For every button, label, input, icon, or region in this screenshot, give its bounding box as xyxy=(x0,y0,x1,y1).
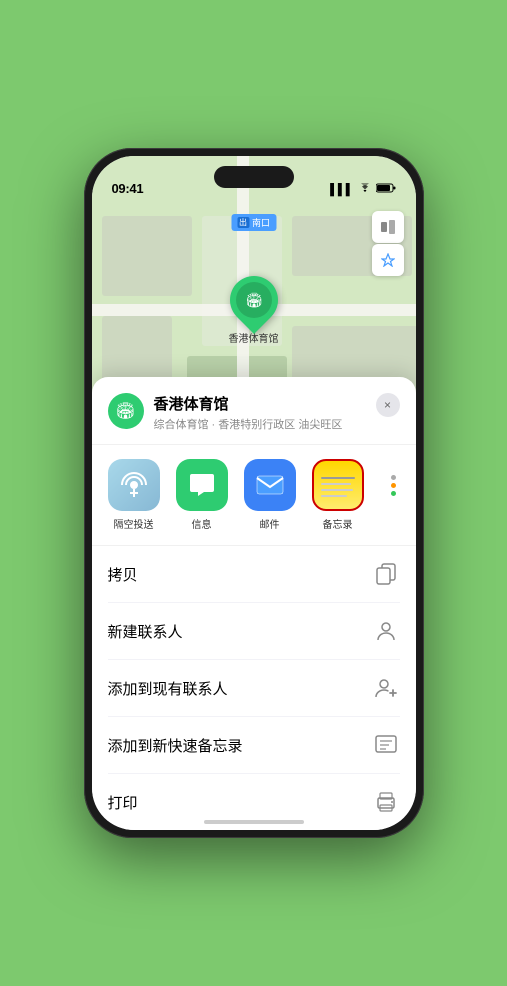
share-item-airdrop[interactable]: 隔空投送 xyxy=(104,459,164,531)
action-quick-note-label: 添加到新快速备忘录 xyxy=(108,735,243,756)
location-button[interactable] xyxy=(372,244,404,276)
notes-label: 备忘录 xyxy=(323,516,353,531)
marker-icon: 🏟 xyxy=(245,292,263,309)
action-copy-label: 拷贝 xyxy=(108,564,138,585)
status-time: 09:41 xyxy=(112,181,144,196)
signal-icon: ▌▌▌ xyxy=(330,184,353,196)
location-name: 香港体育馆 xyxy=(154,393,400,414)
airdrop-icon-box xyxy=(108,459,160,511)
more-icon-box xyxy=(379,459,409,511)
battery-icon xyxy=(376,183,396,196)
quick-note-icon xyxy=(372,731,400,759)
map-marker: 🏟 香港体育馆 xyxy=(229,276,279,345)
mail-label: 邮件 xyxy=(260,516,280,531)
action-add-to-contact[interactable]: 添加到现有联系人 xyxy=(108,660,400,717)
action-new-contact[interactable]: 新建联系人 xyxy=(108,603,400,660)
bottom-sheet: 🏟 香港体育馆 综合体育馆 · 香港特别行政区 油尖旺区 × xyxy=(92,377,416,830)
print-icon xyxy=(372,788,400,816)
location-header: 🏟 香港体育馆 综合体育馆 · 香港特别行政区 油尖旺区 × xyxy=(92,393,416,445)
action-print-label: 打印 xyxy=(108,792,138,813)
action-copy[interactable]: 拷贝 xyxy=(108,546,400,603)
location-info: 香港体育馆 综合体育馆 · 香港特别行政区 油尖旺区 xyxy=(154,393,400,432)
map-label: 南口 xyxy=(231,214,276,231)
phone-frame: 09:41 ▌▌▌ xyxy=(84,148,424,838)
wifi-icon xyxy=(358,183,372,196)
action-add-to-contact-label: 添加到现有联系人 xyxy=(108,678,228,699)
action-quick-note[interactable]: 添加到新快速备忘录 xyxy=(108,717,400,774)
phone-screen: 09:41 ▌▌▌ xyxy=(92,156,416,830)
action-new-contact-label: 新建联系人 xyxy=(108,621,183,642)
dynamic-island xyxy=(214,166,294,188)
new-contact-icon xyxy=(372,617,400,645)
mail-icon-box xyxy=(244,459,296,511)
close-button[interactable]: × xyxy=(376,393,400,417)
share-item-more[interactable] xyxy=(376,459,412,531)
map-btn-group xyxy=(372,211,404,276)
notes-lines-decoration xyxy=(315,469,361,501)
messages-label: 信息 xyxy=(192,516,212,531)
location-subtitle: 综合体育馆 · 香港特别行政区 油尖旺区 xyxy=(154,416,400,432)
home-indicator xyxy=(204,820,304,824)
notes-icon-box xyxy=(312,459,364,511)
share-row: 隔空投送 信息 xyxy=(92,445,416,546)
status-icons: ▌▌▌ xyxy=(330,183,395,196)
airdrop-label: 隔空投送 xyxy=(114,516,154,531)
add-contact-icon xyxy=(372,674,400,702)
action-list: 拷贝 新建联系人 xyxy=(92,546,416,830)
share-item-mail[interactable]: 邮件 xyxy=(240,459,300,531)
map-type-button[interactable] xyxy=(372,211,404,243)
location-icon: 🏟 xyxy=(108,393,144,429)
copy-icon xyxy=(372,560,400,588)
messages-icon-box xyxy=(176,459,228,511)
venue-icon: 🏟 xyxy=(115,401,135,421)
share-item-notes[interactable]: 备忘录 xyxy=(308,459,368,531)
share-item-messages[interactable]: 信息 xyxy=(172,459,232,531)
